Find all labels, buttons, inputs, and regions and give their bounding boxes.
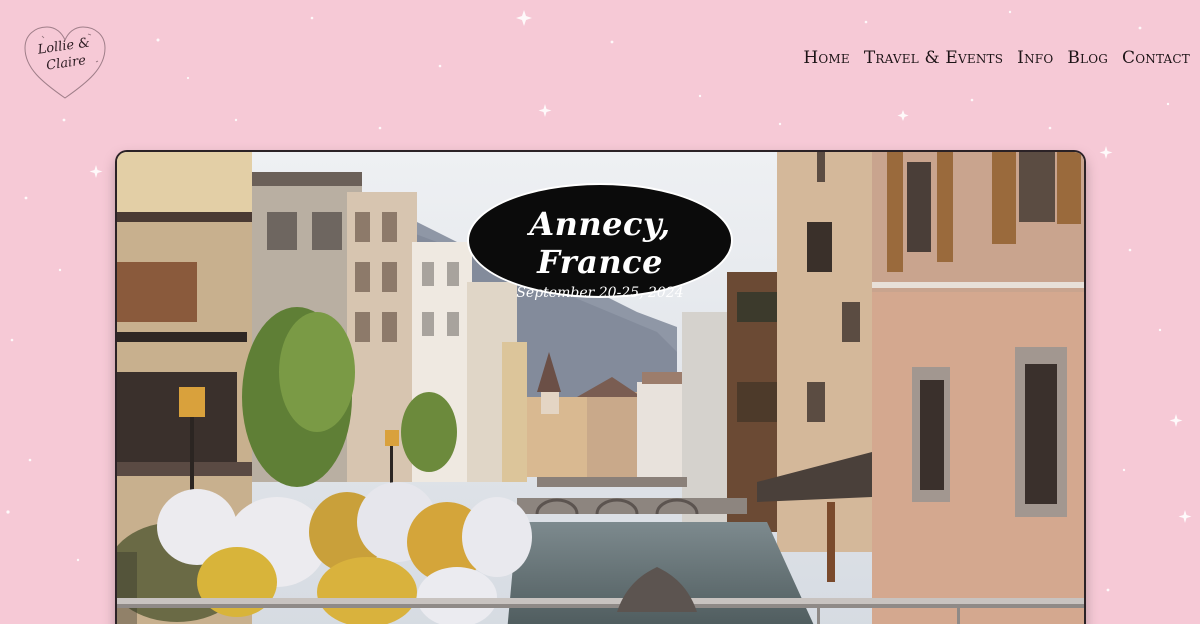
nav-blog[interactable]: Blog bbox=[1067, 48, 1108, 68]
nav-info[interactable]: Info bbox=[1017, 48, 1053, 68]
site-logo[interactable]: Lollie & Claire bbox=[22, 24, 108, 102]
page: Lollie & Claire Home Travel & Events Inf… bbox=[0, 0, 1200, 624]
nav-travel-events[interactable]: Travel & Events bbox=[864, 48, 1003, 68]
event-title-oval: Annecy, France September 20-25, 2024 bbox=[467, 183, 733, 301]
main-nav: Home Travel & Events Info Blog Contact bbox=[803, 48, 1190, 68]
nav-home[interactable]: Home bbox=[803, 48, 850, 68]
event-dates: September 20-25, 2024 bbox=[516, 285, 684, 301]
event-title: Annecy, France bbox=[529, 205, 671, 281]
nav-contact[interactable]: Contact bbox=[1122, 48, 1190, 68]
hero-image: Annecy, France September 20-25, 2024 bbox=[117, 152, 1084, 624]
